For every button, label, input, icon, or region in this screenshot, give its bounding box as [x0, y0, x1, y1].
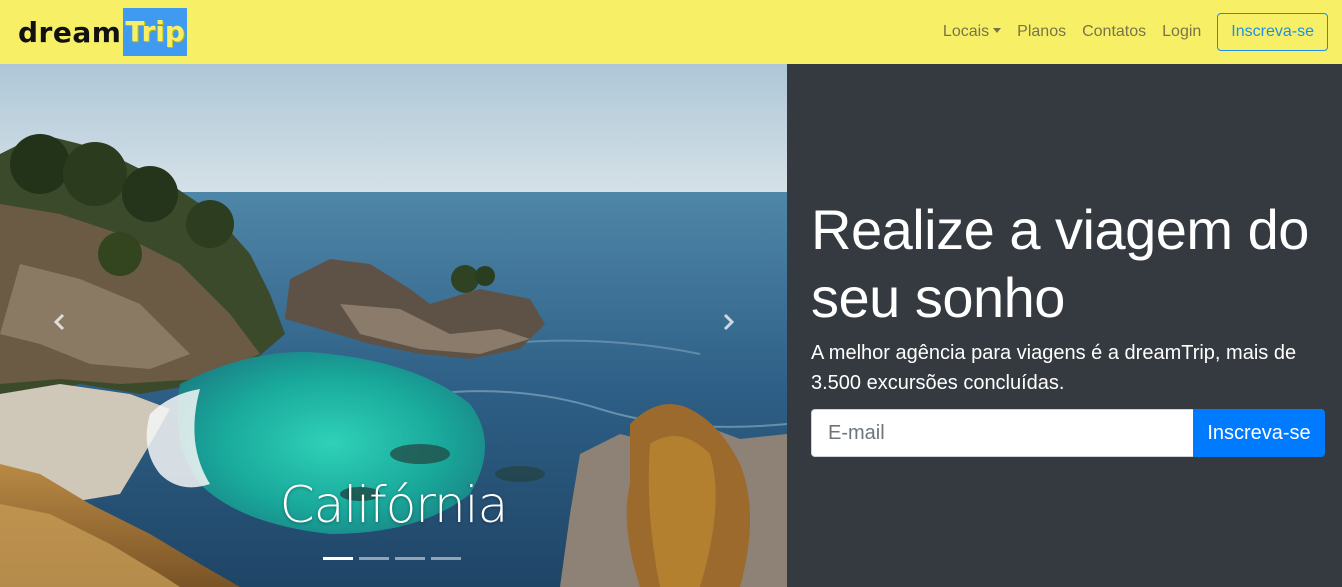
carousel-indicator-2[interactable] — [359, 557, 389, 560]
nav-menu: Locais Planos Contatos Login Inscreva-se — [935, 13, 1328, 51]
signup-form: Inscreva-se — [811, 409, 1325, 457]
hero-section: Realize a viagem do seu sonho A melhor a… — [787, 64, 1342, 587]
nav-link-locais-label: Locais — [942, 23, 990, 40]
carousel-caption: Califórnia — [279, 476, 508, 534]
signup-button-navbar[interactable]: Inscreva-se — [1217, 13, 1328, 51]
carousel: Califórnia — [0, 64, 787, 587]
nav-link-planos[interactable]: Planos — [1009, 15, 1074, 49]
hero-subtitle: A melhor agência para viagens é a dreamT… — [811, 342, 1297, 394]
brand-logo[interactable]: dream Trip — [18, 8, 187, 56]
carousel-indicator-1[interactable] — [323, 557, 353, 560]
carousel-indicator-4[interactable] — [431, 557, 461, 560]
carousel-indicators — [323, 557, 461, 560]
dropdown-caret-icon — [993, 28, 1002, 33]
nav-link-locais[interactable]: Locais — [935, 15, 1009, 49]
brand-logo-text-dream: dream — [18, 15, 122, 49]
carousel-next-icon[interactable] — [718, 312, 738, 332]
navbar: dream Trip Locais Planos Contatos Login … — [0, 0, 1342, 64]
nav-link-contatos[interactable]: Contatos — [1074, 15, 1154, 49]
signup-submit-button[interactable]: Inscreva-se — [1193, 409, 1325, 457]
nav-link-login[interactable]: Login — [1154, 15, 1209, 49]
carousel-indicator-3[interactable] — [395, 557, 425, 560]
carousel-prev-icon[interactable] — [50, 312, 70, 332]
brand-logo-text-trip: Trip — [123, 8, 187, 56]
email-input[interactable] — [811, 409, 1193, 457]
hero-title: Realize a viagem do seu sonho — [811, 198, 1309, 329]
